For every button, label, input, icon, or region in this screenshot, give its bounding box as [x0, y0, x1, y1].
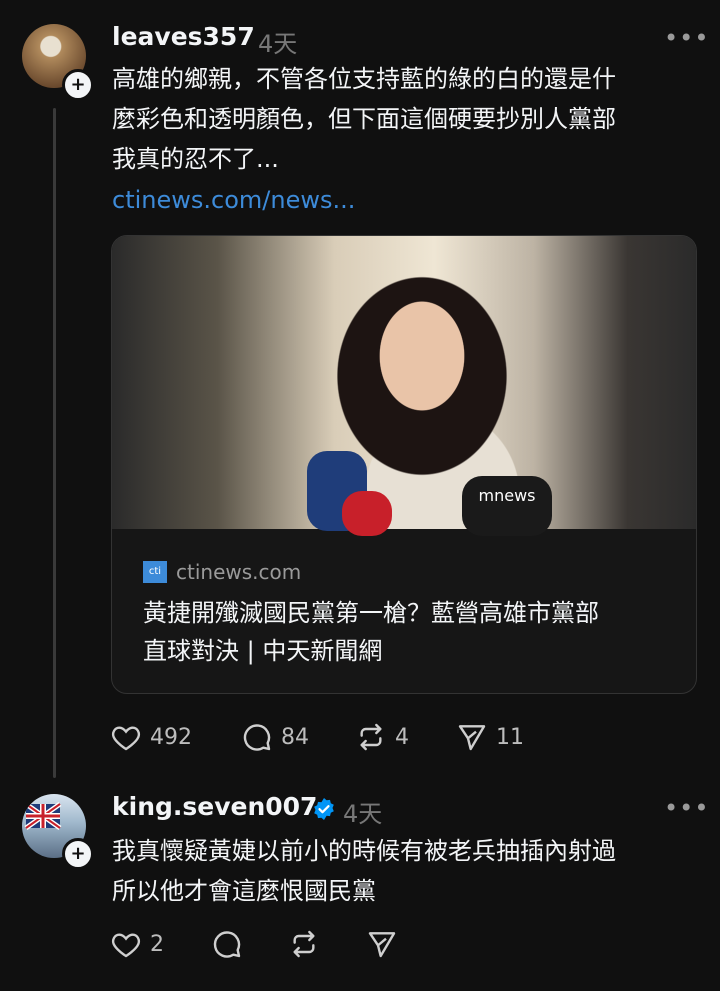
- card-title-line: 黃捷開殲滅國民黨第一槍？藍營高雄市黨部: [143, 599, 599, 627]
- thread-line: [53, 108, 56, 778]
- comment-icon: [243, 724, 271, 751]
- like-count: 492: [150, 724, 192, 750]
- like-button[interactable]: 492: [110, 721, 192, 753]
- more-options-icon[interactable]: •••: [664, 24, 709, 52]
- share-button[interactable]: 11: [456, 721, 524, 753]
- post-text-line: 高雄的鄉親，不管各位支持藍的綠的白的還是什: [112, 65, 616, 93]
- like-count: 2: [150, 931, 164, 957]
- heart-icon: [111, 726, 141, 751]
- send-icon: [458, 725, 486, 751]
- card-title: 黃捷開殲滅國民黨第一槍？藍營高雄市黨部 直球對決 | 中天新聞網: [143, 594, 683, 670]
- card-domain: ctinews.com: [176, 560, 302, 584]
- post-text: 高雄的鄉親，不管各位支持藍的綠的白的還是什 麼彩色和透明顏色，但下面這個硬要抄別…: [112, 59, 616, 179]
- post-time: 4天: [258, 30, 298, 58]
- post-text-line: 我真懷疑黃婕以前小的時候有被老兵抽插內射過: [112, 837, 616, 865]
- site-favicon-icon: cti: [143, 561, 167, 583]
- post-time: 4天: [343, 800, 383, 828]
- repost-count: 4: [395, 724, 409, 750]
- post-text-line: 麼彩色和透明顏色，但下面這個硬要抄別人黨部: [112, 105, 616, 133]
- more-options-icon[interactable]: •••: [664, 794, 709, 822]
- microphone: mnews: [462, 476, 552, 536]
- comment-count: 84: [281, 724, 309, 750]
- post-text-line: 我真的忍不了...: [112, 145, 279, 173]
- share-button[interactable]: [366, 928, 398, 960]
- post-text-line: 所以他才會這麼恨國民黨: [112, 877, 376, 905]
- repost-icon: [360, 723, 382, 751]
- card-title-line: 直球對決 | 中天新聞網: [143, 637, 383, 665]
- username[interactable]: leaves357: [112, 22, 255, 51]
- comment-icon: [213, 931, 241, 958]
- heart-icon: [111, 933, 141, 958]
- like-button[interactable]: 2: [110, 928, 164, 960]
- share-count: 11: [496, 724, 524, 750]
- post-link[interactable]: ctinews.com/news...: [112, 186, 355, 214]
- repost-icon: [293, 930, 315, 958]
- comment-button[interactable]: [211, 928, 243, 960]
- follow-plus-icon[interactable]: +: [62, 69, 94, 101]
- post-text: 我真懷疑黃婕以前小的時候有被老兵抽插內射過 所以他才會這麼恨國民黨: [112, 831, 616, 911]
- news-photo: mnews: [112, 236, 696, 536]
- send-icon: [368, 932, 396, 958]
- comment-button[interactable]: 84: [241, 721, 309, 753]
- verified-badge-icon: [314, 798, 334, 820]
- link-preview-card[interactable]: mnews cti ctinews.com 黃捷開殲滅國民黨第一槍？藍營高雄市黨…: [111, 235, 697, 694]
- microphone: [342, 491, 392, 536]
- repost-button[interactable]: 4: [355, 721, 409, 753]
- follow-plus-icon[interactable]: +: [62, 838, 94, 870]
- repost-button[interactable]: [288, 928, 320, 960]
- username[interactable]: king.seven007: [112, 792, 317, 821]
